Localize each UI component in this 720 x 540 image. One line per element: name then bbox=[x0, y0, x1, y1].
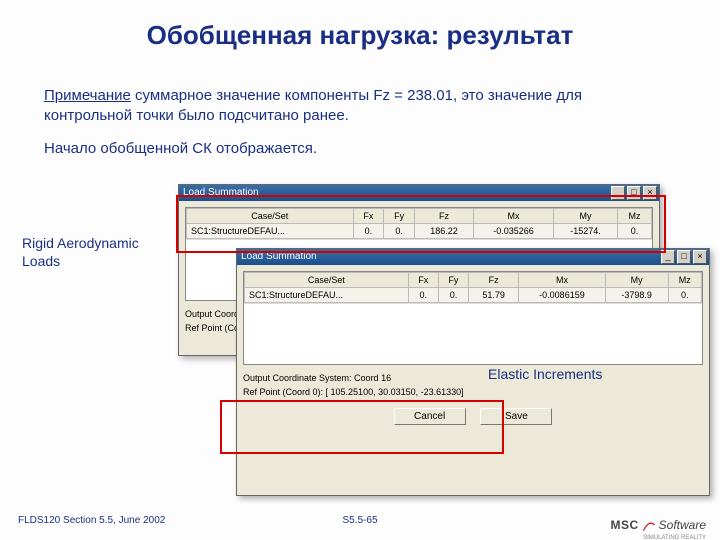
note-2: Начало обобщенной СК отображается. bbox=[44, 140, 654, 157]
output-coord-front: Output Coordinate System: Coord 16 bbox=[243, 371, 703, 385]
col-fy: Fy bbox=[384, 209, 415, 224]
cell-my: -3798.9 bbox=[605, 288, 668, 303]
cell-case: SC1:StructureDEFAU... bbox=[187, 224, 354, 239]
window-controls: _ □ × bbox=[611, 186, 657, 200]
col-case: Case/Set bbox=[187, 209, 354, 224]
elastic-increments-label: Elastic Increments bbox=[488, 366, 602, 382]
col-my: My bbox=[605, 273, 668, 288]
cancel-button[interactable]: Cancel bbox=[394, 408, 466, 425]
col-mz: Mz bbox=[617, 209, 651, 224]
col-my: My bbox=[554, 209, 618, 224]
dialog-button-row: Cancel Save bbox=[237, 404, 709, 431]
logo-msc: MSC bbox=[610, 518, 638, 532]
col-fx: Fx bbox=[408, 273, 438, 288]
rigid-loads-label: Rigid Aerodynamic Loads bbox=[22, 234, 172, 270]
maximize-icon[interactable]: □ bbox=[677, 250, 691, 264]
cell-fy: 0. bbox=[384, 224, 415, 239]
slide-title: Обобщенная нагрузка: результат bbox=[0, 20, 720, 51]
col-mx: Mx bbox=[519, 273, 606, 288]
cell-mx: -0.0086159 bbox=[519, 288, 606, 303]
cell-mz: 0. bbox=[617, 224, 651, 239]
logo-swoosh-icon bbox=[642, 518, 656, 532]
cell-fx: 0. bbox=[408, 288, 438, 303]
cell-fy: 0. bbox=[438, 288, 468, 303]
load-summation-dialog-front: Load Summation _ □ × Case/Set Fx Fy Fz M… bbox=[236, 248, 710, 496]
col-mx: Mx bbox=[474, 209, 554, 224]
grid-empty-area bbox=[244, 303, 702, 364]
window-controls: _ □ × bbox=[661, 250, 707, 264]
maximize-icon[interactable]: □ bbox=[627, 186, 641, 200]
save-button[interactable]: Save bbox=[480, 408, 552, 425]
cell-my: -15274. bbox=[554, 224, 618, 239]
ref-point-front: Ref Point (Coord 0): [ 105.25100, 30.031… bbox=[243, 385, 703, 399]
close-icon[interactable]: × bbox=[643, 186, 657, 200]
col-fz: Fz bbox=[414, 209, 473, 224]
note-underlined: Примечание bbox=[44, 87, 131, 104]
col-fz: Fz bbox=[469, 273, 519, 288]
table-row: SC1:StructureDEFAU... 0. 0. 51.79 -0.008… bbox=[245, 288, 702, 303]
cell-mx: -0.035266 bbox=[474, 224, 554, 239]
cell-case: SC1:StructureDEFAU... bbox=[245, 288, 409, 303]
minimize-icon[interactable]: _ bbox=[661, 250, 675, 264]
cell-fz: 186.22 bbox=[414, 224, 473, 239]
col-mz: Mz bbox=[668, 273, 701, 288]
logo-software: Software bbox=[659, 518, 706, 532]
dialog-title: Load Summation bbox=[241, 251, 317, 262]
dialog-title: Load Summation bbox=[183, 187, 259, 198]
dialog-titlebar: Load Summation _ □ × bbox=[179, 185, 659, 201]
col-fy: Fy bbox=[438, 273, 468, 288]
note-1: Примечание суммарное значение компоненты… bbox=[44, 86, 654, 127]
close-icon[interactable]: × bbox=[693, 250, 707, 264]
data-grid-front: Case/Set Fx Fy Fz Mx My Mz SC1:Structure… bbox=[243, 271, 703, 365]
table-row: SC1:StructureDEFAU... 0. 0. 186.22 -0.03… bbox=[187, 224, 652, 239]
logo-tagline: SIMULATING REALITY bbox=[643, 535, 706, 540]
cell-fz: 51.79 bbox=[469, 288, 519, 303]
output-block-front: Output Coordinate System: Coord 16 Ref P… bbox=[243, 371, 703, 400]
cell-fx: 0. bbox=[353, 224, 384, 239]
cell-mz: 0. bbox=[668, 288, 701, 303]
footer-logo: MSC Software SIMULATING REALITY bbox=[610, 518, 706, 532]
minimize-icon[interactable]: _ bbox=[611, 186, 625, 200]
col-case: Case/Set bbox=[245, 273, 409, 288]
col-fx: Fx bbox=[353, 209, 384, 224]
dialog-titlebar: Load Summation _ □ × bbox=[237, 249, 709, 265]
